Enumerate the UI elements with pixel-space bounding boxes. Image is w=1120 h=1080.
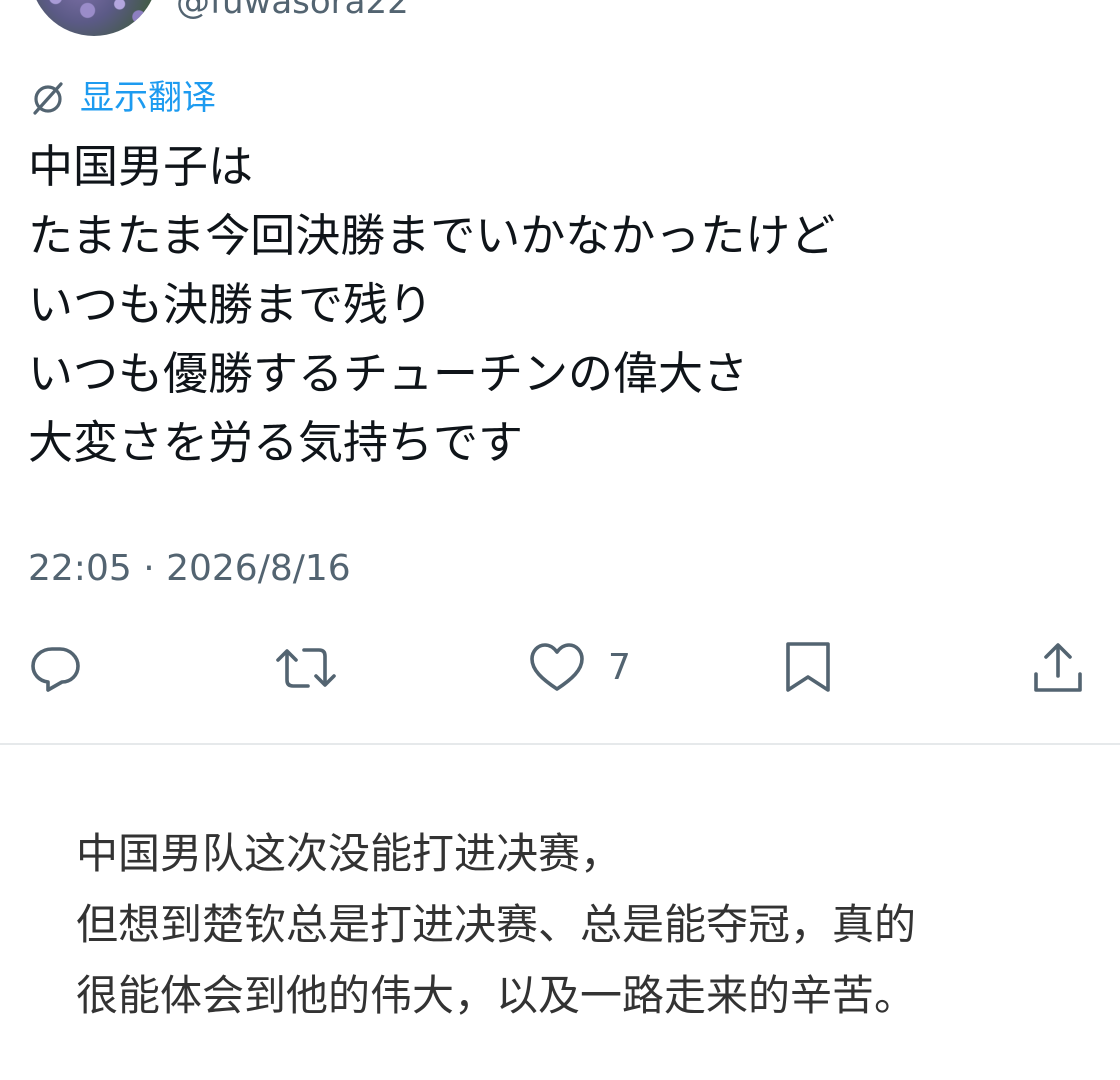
like-count: 7 <box>608 647 631 688</box>
retweet-button[interactable] <box>274 640 338 696</box>
tweet-text-line: 大変さを労る気持ちです <box>28 416 524 469</box>
retweet-icon <box>274 640 338 696</box>
divider <box>0 743 1120 745</box>
author-handle[interactable]: @fuwasora22 <box>176 0 409 22</box>
show-translation-label[interactable]: 显示翻译 <box>80 76 216 120</box>
share-icon <box>1030 640 1086 696</box>
tweet-timestamp[interactable]: 22:05 · 2026/8/16 <box>28 544 351 594</box>
translation-line: 但想到楚钦总是打进决赛、总是能夺冠，真的 <box>76 900 917 949</box>
translation-line: 很能体会到他的伟大，以及一路走来的辛苦。 <box>76 971 917 1020</box>
translation-line: 中国男队这次没能打进决赛， <box>76 829 623 878</box>
tweet-text-line: いつも決勝まで残り <box>28 278 434 331</box>
heart-icon <box>528 640 586 696</box>
share-button[interactable] <box>1030 640 1086 696</box>
translation-note: 中国男队这次没能打进决赛， 但想到楚钦总是打进决赛、总是能夺冠，真的 很能体会到… <box>76 818 1076 1031</box>
bookmark-icon <box>782 640 834 696</box>
tweet-text-line: 中国男子は <box>28 140 254 193</box>
reply-icon <box>28 640 84 696</box>
tweet-text-line: たまたま今回決勝までいかなかったけど <box>28 209 836 262</box>
bookmark-button[interactable] <box>782 640 834 696</box>
like-button[interactable]: 7 <box>528 640 631 696</box>
reply-button[interactable] <box>28 640 84 696</box>
tweet-text-line: いつも優勝するチューチンの偉大さ <box>28 347 749 400</box>
tweet-text: 中国男子は たまたま今回決勝までいかなかったけど いつも決勝まで残り いつも優勝… <box>28 132 1088 477</box>
globe-slash-icon <box>28 78 68 118</box>
avatar-image <box>30 0 158 36</box>
show-translation-button[interactable]: 显示翻译 <box>28 76 216 120</box>
author-avatar[interactable] <box>30 0 158 36</box>
